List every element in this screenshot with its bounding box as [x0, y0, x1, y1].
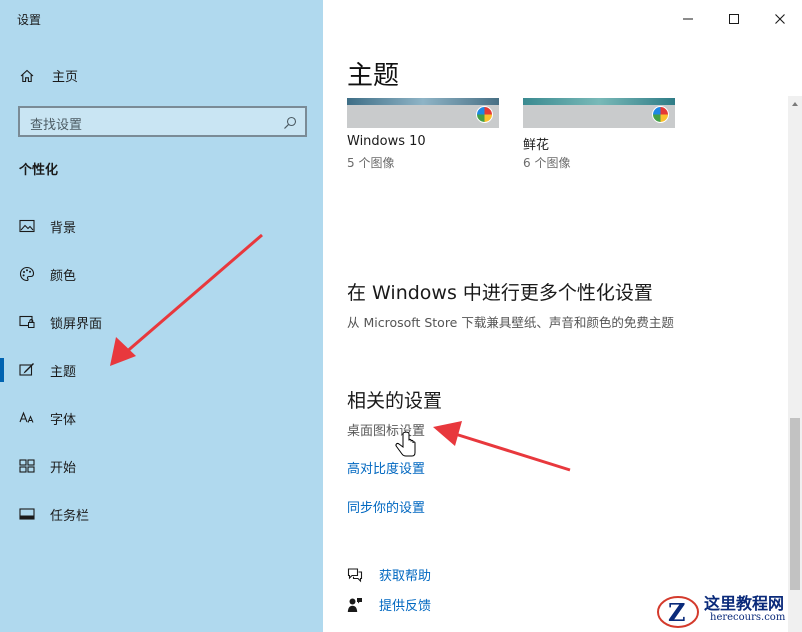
search-icon[interactable]	[283, 115, 297, 129]
picture-icon	[19, 218, 35, 234]
close-icon	[775, 14, 785, 24]
maximize-icon	[729, 14, 739, 24]
watermark-url: herecours.com	[710, 612, 786, 623]
page-title: 主题	[347, 61, 400, 91]
search-placeholder: 查找设置	[30, 118, 83, 133]
lock-screen-icon	[19, 314, 35, 330]
sidebar-item-fonts[interactable]: 字体	[0, 398, 323, 438]
sync-settings-link[interactable]: 同步你的设置	[347, 497, 425, 516]
watermark-name: 这里教程网	[704, 594, 785, 613]
get-help-label: 获取帮助	[379, 569, 432, 584]
theme-brush-icon	[19, 362, 35, 378]
sidebar-item-colors[interactable]: 颜色	[0, 254, 323, 294]
theme-thumbnail-band	[523, 98, 675, 105]
taskbar-icon	[19, 506, 35, 522]
high-contrast-settings-link[interactable]: 高对比度设置	[347, 458, 425, 477]
sidebar-item-label: 背景	[50, 220, 77, 236]
app-title: 设置	[17, 13, 42, 27]
palette-icon	[19, 266, 35, 282]
scroll-up-arrow-icon[interactable]	[791, 100, 799, 108]
start-grid-icon	[19, 458, 35, 474]
color-wheel-icon	[476, 106, 493, 123]
minimize-button[interactable]	[677, 8, 699, 30]
sidebar-item-lock-screen[interactable]: 锁屏界面	[0, 302, 323, 342]
theme-thumbnail-band	[347, 98, 499, 105]
sidebar-item-label: 字体	[50, 412, 77, 428]
section-title: 个性化	[19, 163, 59, 178]
sidebar-item-label: 开始	[50, 460, 77, 476]
main-content: 主题 Windows 10 5 个图像 鲜花 6 个图像 在 Windows 中…	[323, 0, 802, 632]
theme-card-flowers[interactable]	[523, 98, 675, 129]
color-wheel-icon	[652, 106, 669, 123]
sidebar-item-label: 锁屏界面	[50, 316, 103, 332]
home-label: 主页	[52, 70, 79, 85]
close-button[interactable]	[769, 8, 791, 30]
sidebar-item-taskbar[interactable]: 任务栏	[0, 494, 323, 534]
get-help-link[interactable]: 获取帮助	[347, 565, 431, 584]
home-nav-item[interactable]: 主页	[20, 66, 78, 85]
minimize-icon	[683, 18, 693, 20]
sidebar: 设置 主页 查找设置 个性化 背景 颜色 锁屏界面 主题 字体 开始 任务栏	[0, 0, 323, 632]
theme-name: Windows 10	[347, 134, 426, 149]
sidebar-item-background[interactable]: 背景	[0, 206, 323, 246]
maximize-button[interactable]	[723, 8, 745, 30]
feedback-link[interactable]: 提供反馈	[347, 595, 431, 614]
font-icon	[19, 410, 35, 426]
sidebar-item-label: 颜色	[50, 268, 77, 284]
help-chat-icon	[347, 567, 363, 583]
theme-card-windows10[interactable]	[347, 98, 499, 129]
theme-image-count: 5 个图像	[347, 156, 395, 170]
sidebar-item-label: 任务栏	[50, 508, 90, 524]
sidebar-item-start[interactable]: 开始	[0, 446, 323, 486]
scrollbar-thumb[interactable]	[790, 418, 800, 590]
desktop-icon-settings-link[interactable]: 桌面图标设置	[347, 420, 425, 439]
theme-name: 鲜花	[523, 138, 550, 153]
watermark-z-icon: Z	[657, 596, 699, 628]
store-themes-link[interactable]: 从 Microsoft Store 下载兼具壁纸、声音和颜色的免费主题	[347, 312, 674, 331]
watermark-logo: Z 这里教程网 herecours.com	[654, 588, 802, 632]
sidebar-item-themes[interactable]: 主题	[0, 350, 323, 390]
feedback-label: 提供反馈	[379, 599, 432, 614]
more-personalization-heading: 在 Windows 中进行更多个性化设置	[347, 282, 653, 304]
theme-image-count: 6 个图像	[523, 156, 571, 170]
search-input[interactable]: 查找设置	[18, 106, 307, 137]
svg-text:Z: Z	[668, 598, 686, 627]
home-icon	[20, 69, 34, 83]
sidebar-item-label: 主题	[50, 364, 77, 380]
feedback-person-icon	[347, 597, 363, 613]
related-settings-heading: 相关的设置	[347, 390, 443, 412]
